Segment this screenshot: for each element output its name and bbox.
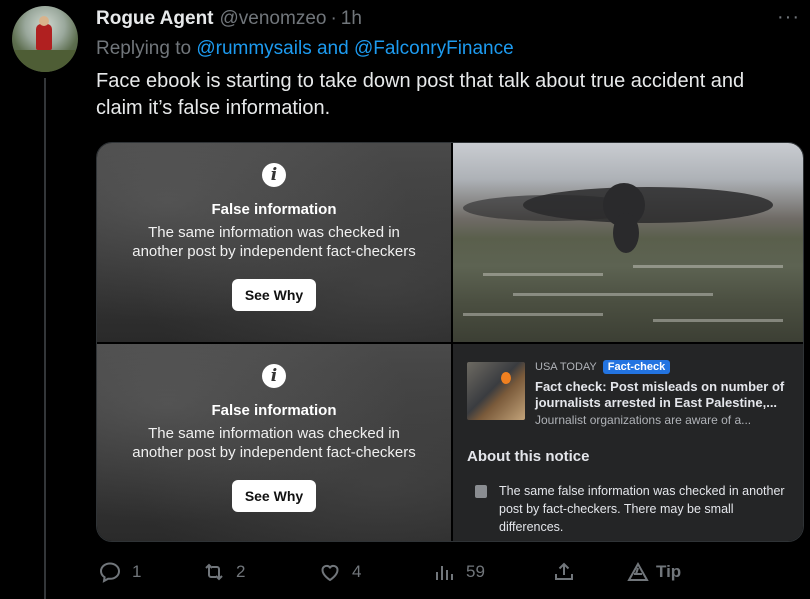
like-count: 4 <box>352 562 362 581</box>
see-why-button[interactable]: See Why <box>232 480 316 512</box>
false-info-screenshot-bottom[interactable]: i False information The same information… <box>97 344 451 541</box>
article-subline: Journalist organizations are aware of a.… <box>535 413 752 427</box>
about-notice-heading: About this notice <box>467 448 590 465</box>
tweet-text: Face ebook is starting to take down post… <box>96 70 745 119</box>
notice-text: The same false information was checked i… <box>499 484 785 534</box>
fact-check-badge: Fact-check <box>602 360 671 374</box>
town-row <box>483 273 603 276</box>
views-chart-icon <box>436 566 453 580</box>
heart-icon <box>321 564 339 582</box>
avatar[interactable] <box>12 6 78 72</box>
tweet-media-grid[interactable]: i False information The same information… <box>96 142 804 542</box>
article-thumbnail <box>467 362 525 420</box>
thread-line <box>44 78 46 599</box>
author-name[interactable]: Rogue Agent <box>96 8 214 30</box>
tweet-header: Rogue Agent @venomzeo · 1h <box>96 8 362 32</box>
town-row <box>513 293 713 296</box>
see-why-button[interactable]: See Why <box>232 279 316 311</box>
false-info-body: The same information was checked in anot… <box>97 223 451 261</box>
share-button[interactable] <box>552 560 576 584</box>
aerial-smoke-photo[interactable] <box>453 143 803 342</box>
tweet-time[interactable]: 1h <box>341 8 362 30</box>
false-info-overlay: i False information The same information… <box>97 344 451 541</box>
reply-prefix: Replying to <box>96 38 192 59</box>
article-source: USA TODAY <box>535 361 597 373</box>
reply-button[interactable]: 1 <box>98 560 141 584</box>
info-icon: i <box>262 163 286 187</box>
views-count: 59 <box>466 562 485 581</box>
photo-background <box>453 143 803 342</box>
false-info-line: The same information was checked in <box>148 224 400 241</box>
avatar-head <box>39 16 49 26</box>
reply-count: 1 <box>132 562 142 581</box>
town-row <box>653 319 783 322</box>
tweet-actions: 1 2 4 59 Tip <box>96 560 796 588</box>
false-info-title: False information <box>211 402 337 419</box>
fact-check-notice-screenshot[interactable]: USA TODAY Fact-check Fact check: Post mi… <box>453 344 803 541</box>
reply-icon <box>99 562 121 583</box>
tip-label: Tip <box>656 562 682 581</box>
header-separator: · <box>330 8 337 29</box>
smoke-plume <box>613 213 639 253</box>
avatar-ground <box>12 50 78 72</box>
reply-mentions[interactable]: @rummysails and @FalconryFinance <box>196 38 513 59</box>
tip-icon <box>627 561 649 581</box>
info-icon: i <box>262 364 286 388</box>
replying-to: Replying to @rummysails and @FalconryFin… <box>96 38 514 60</box>
like-button[interactable]: 4 <box>318 560 361 584</box>
views-button[interactable]: 59 <box>432 560 485 584</box>
false-info-line: another post by independent fact-checker… <box>132 243 416 260</box>
thumbnail-fire <box>501 372 511 384</box>
avatar-figure <box>36 24 52 50</box>
article-source-row: USA TODAY Fact-check <box>535 360 671 374</box>
town-row <box>633 265 783 268</box>
false-info-screenshot-top[interactable]: i False information The same information… <box>97 143 451 342</box>
false-info-overlay: i False information The same information… <box>97 143 451 342</box>
retweet-icon <box>205 563 223 581</box>
retweet-button[interactable]: 2 <box>202 560 245 584</box>
false-info-line: another post by independent fact-checker… <box>132 444 416 461</box>
more-options-icon[interactable]: ··· <box>777 6 800 29</box>
town-row <box>463 313 603 316</box>
article-headline: Fact check: Post misleads on number of j… <box>535 379 785 410</box>
false-info-title: False information <box>211 201 337 218</box>
false-info-body: The same information was checked in anot… <box>97 424 451 462</box>
share-icon <box>555 562 573 580</box>
notice-icon <box>475 485 487 498</box>
author-handle[interactable]: @venomzeo <box>220 8 327 30</box>
retweet-count: 2 <box>236 562 246 581</box>
tip-button[interactable]: Tip <box>626 560 681 584</box>
false-info-line: The same information was checked in <box>148 425 400 442</box>
